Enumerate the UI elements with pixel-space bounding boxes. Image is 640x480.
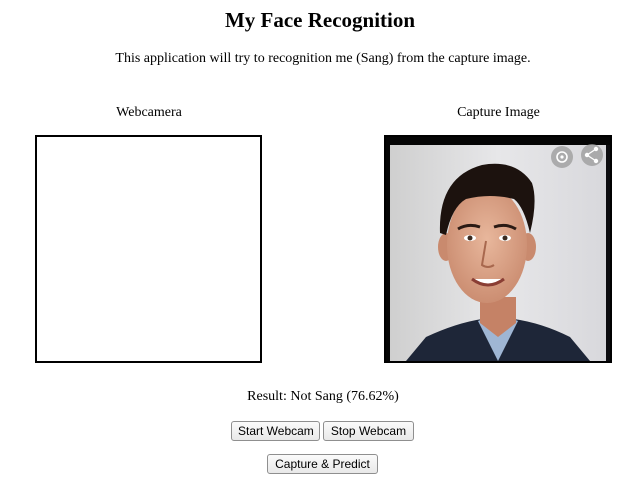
page-subtitle: This application will try to recognition…: [115, 51, 531, 66]
capture-image-frame: [384, 135, 612, 363]
webcam-video-frame: [35, 135, 262, 363]
focus-icon[interactable]: [551, 146, 573, 168]
capture-predict-button[interactable]: Capture & Predict: [267, 454, 378, 474]
webcam-label: Webcamera: [116, 105, 182, 120]
stop-webcam-button[interactable]: Stop Webcam: [323, 421, 414, 441]
start-webcam-button[interactable]: Start Webcam: [231, 421, 320, 441]
prediction-result: Result: Not Sang (76.62%): [247, 389, 399, 404]
share-icon[interactable]: [581, 144, 603, 166]
capture-image-label: Capture Image: [457, 105, 540, 120]
page-title: My Face Recognition: [224, 8, 416, 32]
captured-face-image: [386, 137, 610, 361]
